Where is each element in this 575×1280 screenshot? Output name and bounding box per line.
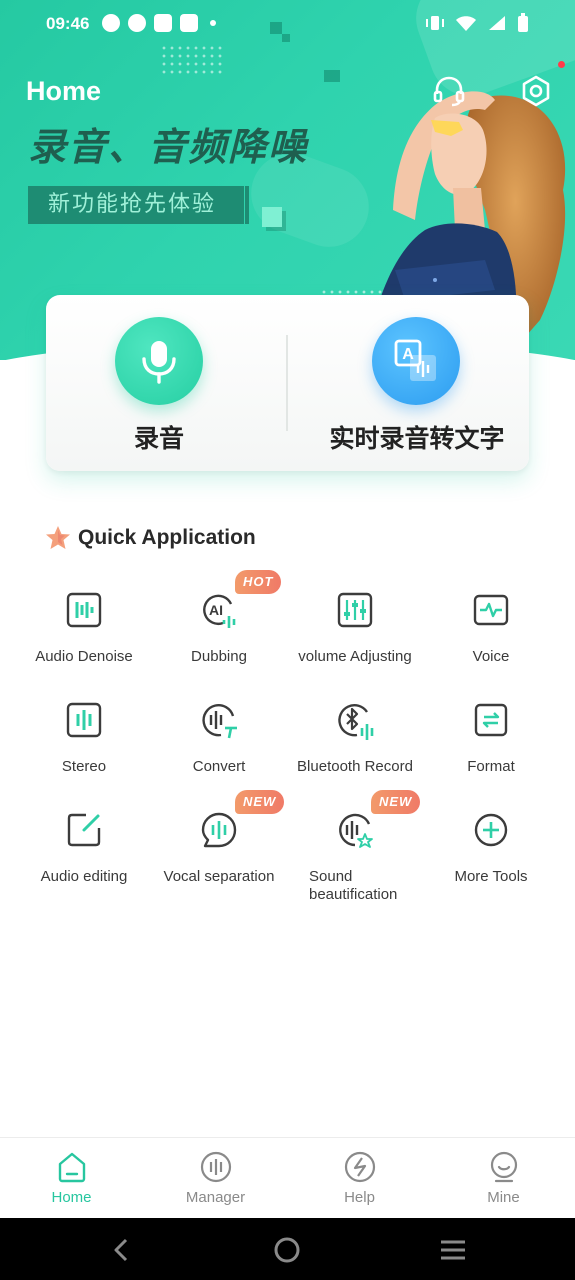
promo-headline[interactable]: 录音、音频降噪 <box>28 116 308 171</box>
wifi-icon <box>456 16 476 31</box>
page-title: Home <box>26 76 102 106</box>
bag-icon <box>180 14 198 32</box>
stereo-icon <box>66 702 102 738</box>
hot-badge: HOT <box>235 570 282 594</box>
tool-label: volume Adjusting <box>298 648 412 665</box>
vibrate-icon <box>426 16 444 30</box>
voice-wave-icon <box>473 594 509 626</box>
profile-icon <box>490 1151 517 1183</box>
tool-sound-beautification[interactable]: NEW Sound beautification <box>287 790 423 910</box>
headset-icon[interactable] <box>432 74 466 108</box>
realtime-transcribe-label[interactable]: 实时录音转文字 <box>304 419 530 455</box>
tool-label: Audio Denoise <box>35 648 133 665</box>
nav-mine[interactable]: Mine <box>432 1138 575 1219</box>
message-icon <box>102 14 120 32</box>
nav-home[interactable]: Home <box>0 1138 143 1219</box>
nav-label: Home <box>51 1189 92 1206</box>
nav-help[interactable]: Help <box>288 1138 431 1219</box>
nav-manager[interactable]: Manager <box>144 1138 287 1219</box>
tool-more-tools[interactable]: More Tools <box>423 810 559 910</box>
bottom-navigation: Home Manager Help Mine <box>0 1137 575 1218</box>
tool-label: More Tools <box>454 868 528 885</box>
edit-icon <box>67 813 101 847</box>
nav-label: Mine <box>487 1189 520 1206</box>
tool-label: Format <box>467 758 515 775</box>
status-bar: 09:46 <box>0 0 575 48</box>
vocal-separation-icon <box>201 812 237 848</box>
notification-dot <box>558 61 565 68</box>
more-notifications-icon <box>210 20 216 26</box>
section-title: Quick Application <box>78 526 256 549</box>
tool-dubbing[interactable]: AI HOT Dubbing <box>151 570 287 690</box>
tool-label: Bluetooth Record <box>297 758 413 775</box>
new-badge: NEW <box>235 790 285 814</box>
convert-icon <box>202 704 237 739</box>
ai-icon-label: AI <box>209 602 223 618</box>
bag-icon <box>154 14 172 32</box>
status-time: 09:46 <box>46 14 90 33</box>
signal-icon <box>489 16 505 30</box>
record-button[interactable] <box>115 317 203 405</box>
battery-icon <box>518 13 528 32</box>
card-divider <box>286 335 288 431</box>
tool-volume-adjusting[interactable]: volume Adjusting <box>287 590 423 690</box>
home-circle-icon[interactable] <box>273 1236 301 1264</box>
microphone-icon <box>142 341 176 384</box>
audio-denoise-icon <box>66 592 102 628</box>
system-navigation-bar <box>0 1218 575 1280</box>
promo-accent-bar <box>245 186 249 224</box>
back-icon[interactable] <box>108 1236 136 1264</box>
ai-dubbing-icon: AI <box>203 594 236 628</box>
system-status-icons <box>425 13 529 33</box>
tool-label: Stereo <box>61 758 107 775</box>
notification-icons <box>102 14 216 32</box>
sound-beautify-icon <box>339 813 373 848</box>
settings-icon[interactable] <box>519 74 553 108</box>
help-icon <box>344 1151 375 1183</box>
tool-convert[interactable]: Convert <box>151 700 287 800</box>
nav-label: Help <box>344 1189 375 1206</box>
tool-label: Audio editing <box>40 868 128 885</box>
nav-label: Manager <box>185 1189 246 1206</box>
promo-subtitle[interactable]: 新功能抢先体验 <box>28 186 244 224</box>
tool-audio-denoise[interactable]: Audio Denoise <box>16 590 152 690</box>
tool-stereo[interactable]: Stereo <box>16 700 152 800</box>
new-badge: NEW <box>371 790 421 814</box>
tool-label: Vocal separation <box>163 868 275 885</box>
bluetooth-record-icon <box>338 704 374 740</box>
promo-cube <box>262 207 282 227</box>
plus-circle-icon <box>474 813 508 847</box>
translate-icon: A <box>394 339 436 381</box>
banner-dots <box>160 44 222 74</box>
tool-audio-editing[interactable]: Audio editing <box>16 810 152 910</box>
tool-label: Sound beautification <box>309 868 398 903</box>
tool-vocal-separation[interactable]: NEW Vocal separation <box>151 790 287 910</box>
volume-adjust-icon <box>337 592 373 628</box>
home-icon <box>58 1152 85 1183</box>
tool-voice[interactable]: Voice <box>423 590 559 690</box>
recent-apps-icon[interactable] <box>439 1236 467 1264</box>
manager-icon <box>200 1151 231 1183</box>
tool-label: Dubbing <box>191 648 247 665</box>
tool-format[interactable]: Format <box>423 700 559 800</box>
star-icon <box>46 526 70 549</box>
record-label[interactable]: 录音 <box>46 419 272 455</box>
tool-label: Voice <box>472 648 510 665</box>
realtime-transcribe-button[interactable]: A <box>372 317 460 405</box>
tool-bluetooth-record[interactable]: Bluetooth Record <box>287 700 423 800</box>
check-icon <box>128 14 146 32</box>
tool-label: Convert <box>192 758 246 775</box>
format-icon <box>474 703 508 737</box>
main-actions-card: 录音 A 实时录音转文字 <box>46 295 529 471</box>
